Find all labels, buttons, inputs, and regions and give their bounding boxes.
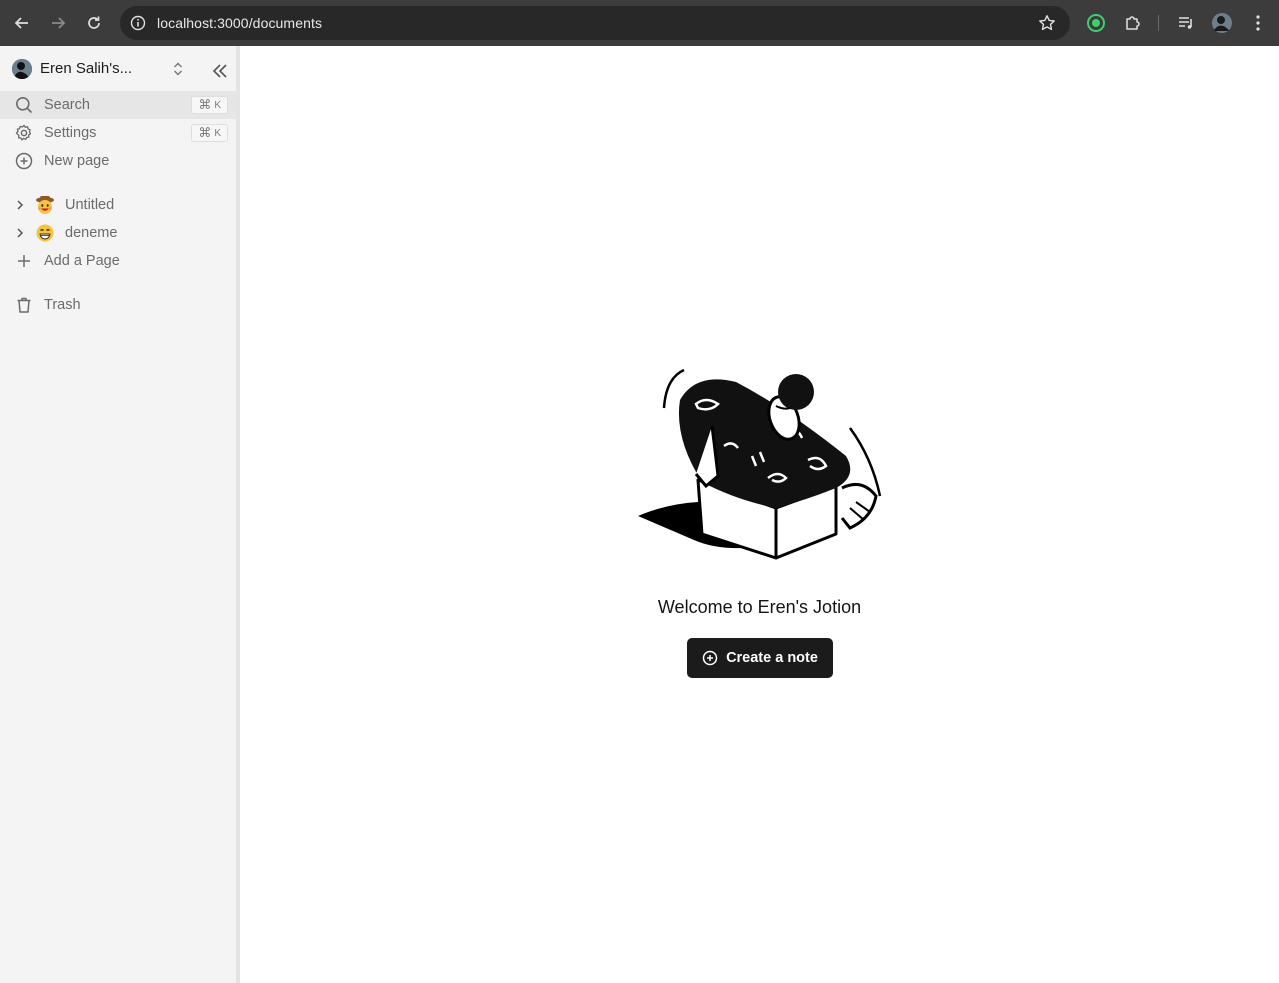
cowboy-face-emoji-icon (35, 195, 55, 215)
main-content: Welcome to Eren's Jotion Create a note (240, 46, 1279, 983)
back-icon[interactable] (10, 11, 34, 35)
chevron-right-icon[interactable] (13, 198, 27, 212)
welcome-heading: Welcome to Eren's Jotion (657, 597, 862, 617)
media-control-icon[interactable] (1175, 12, 1197, 34)
avatar (12, 59, 32, 79)
command-key-glyph: ⌘ (198, 97, 212, 112)
search-icon (15, 96, 33, 114)
add-page-label: Add a Page (44, 253, 120, 269)
reload-icon[interactable] (82, 11, 106, 35)
keyboard-shortcut-badge: ⌘ K (191, 96, 228, 114)
sidebar-item-search[interactable]: Search ⌘ K (0, 91, 236, 119)
trash-icon (15, 296, 33, 314)
toolbar-separator (1158, 15, 1159, 31)
create-note-label: Create a note (726, 650, 818, 666)
site-info-icon[interactable] (128, 13, 148, 33)
add-page-button[interactable]: Add a Page (0, 247, 236, 275)
gear-icon (15, 124, 33, 142)
sidebar-item-settings[interactable]: Settings ⌘ K (0, 119, 236, 147)
document-title: deneme (65, 225, 118, 241)
sidebar-item-label: Search (44, 97, 90, 113)
extensions-puzzle-icon[interactable] (1122, 12, 1144, 34)
sidebar-item-trash[interactable]: Trash (0, 291, 236, 319)
workspace-name: Eren Salih's... (40, 60, 133, 77)
workspace-switcher[interactable]: Eren Salih's... (0, 54, 236, 84)
browser-toolbar: localhost:3000/documents (0, 0, 1279, 46)
plus-icon (15, 252, 33, 270)
browser-menu-icon[interactable] (1247, 12, 1269, 34)
empty-state-illustration (636, 368, 886, 564)
chevron-right-icon[interactable] (13, 226, 27, 240)
sidebar-item-label: Settings (44, 125, 97, 141)
document-item-untitled[interactable]: Untitled (0, 191, 236, 219)
bookmark-star-icon[interactable] (1038, 14, 1056, 32)
chevrons-up-down-icon (170, 60, 186, 78)
trash-label: Trash (44, 297, 81, 313)
grinning-face-emoji-icon (35, 223, 55, 243)
sidebar-item-new-page[interactable]: New page (0, 147, 236, 175)
extension-record-icon[interactable] (1085, 12, 1107, 34)
shortcut-key: K (214, 127, 221, 139)
collapse-sidebar-icon[interactable] (210, 61, 230, 81)
plus-circle-icon (702, 650, 718, 666)
document-item-deneme[interactable]: deneme (0, 219, 236, 247)
command-key-glyph: ⌘ (198, 125, 212, 140)
sidebar: Eren Salih's... Search ⌘ K Settings ⌘ K … (0, 46, 236, 983)
shortcut-key: K (214, 99, 221, 111)
url-text[interactable]: localhost:3000/documents (157, 15, 322, 31)
document-title: Untitled (65, 197, 115, 213)
profile-avatar-icon[interactable] (1211, 12, 1233, 34)
forward-icon[interactable] (46, 11, 70, 35)
sidebar-item-label: New page (44, 153, 110, 169)
address-bar[interactable]: localhost:3000/documents (120, 6, 1070, 40)
plus-circle-icon (15, 152, 33, 170)
create-note-button[interactable]: Create a note (687, 638, 833, 678)
keyboard-shortcut-badge: ⌘ K (191, 124, 228, 142)
